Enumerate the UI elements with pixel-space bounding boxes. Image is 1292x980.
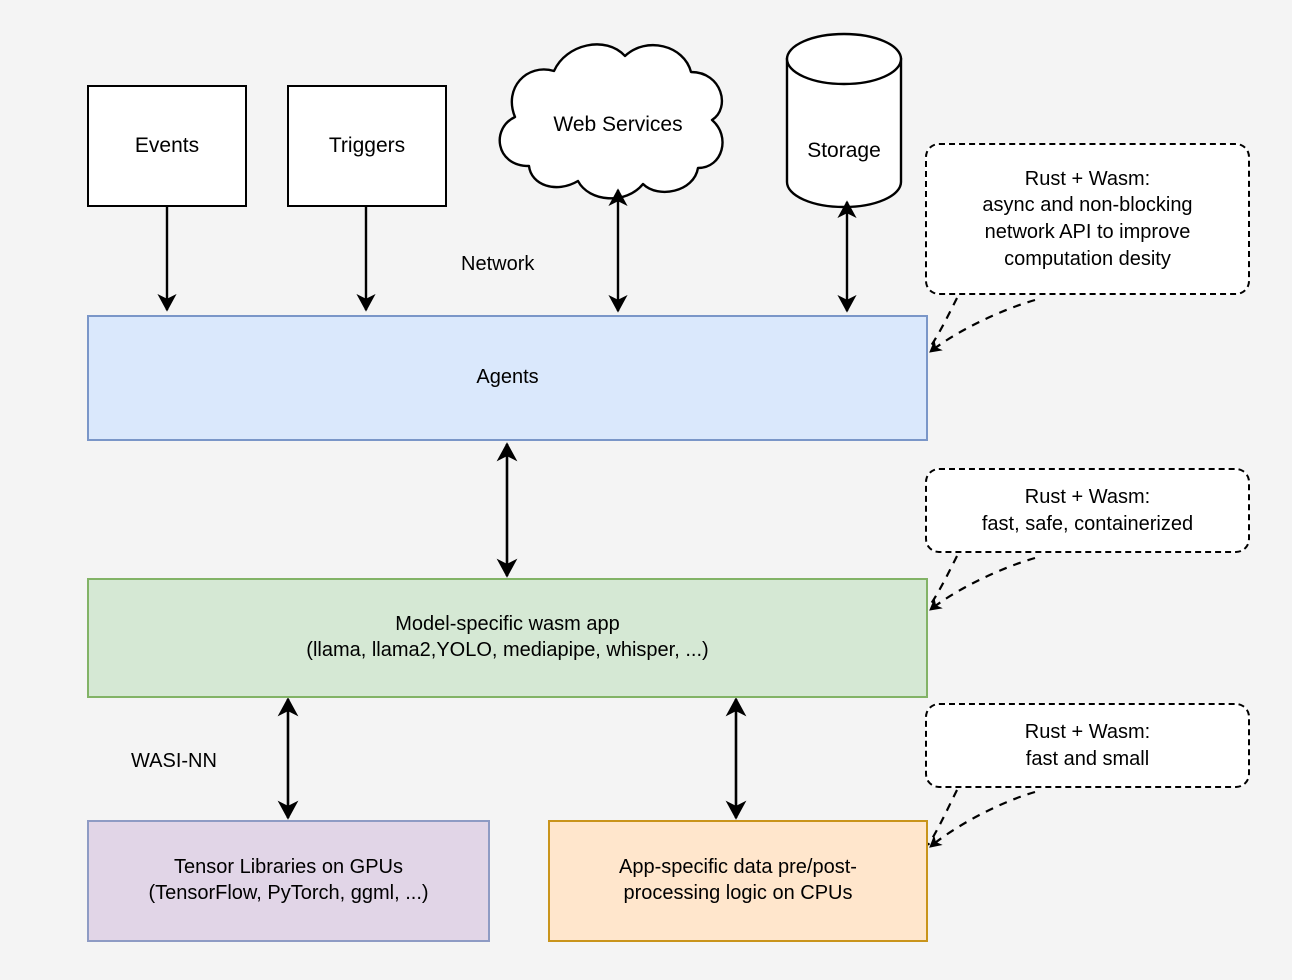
callout-cpu-line-2: fast and small (1025, 747, 1150, 770)
callout-network-tail-2 (929, 298, 1036, 353)
node-wasm-app[interactable]: Model-specific wasm app (llama, llama2,Y… (87, 578, 928, 698)
node-cpu-processing-logic-line2: processing logic on CPUs (623, 882, 853, 904)
node-storage-label[interactable]: Storage (774, 139, 914, 163)
callout-network: Rust + Wasm: async and non-blocking netw… (925, 143, 1250, 295)
node-wasm-app-line2: (llama, llama2,YOLO, mediapipe, whisper,… (306, 639, 709, 661)
callout-network-line-1: Rust + Wasm: (1024, 167, 1151, 190)
node-wasm-app-line1: Model-specific wasm app (395, 613, 620, 636)
callout-network-line-2: async and non-blocking (982, 194, 1193, 217)
callout-wasm-tail (927, 555, 958, 609)
node-triggers-label: Triggers (328, 133, 406, 157)
callout-wasm-line-1: Rust + Wasm: (1024, 485, 1151, 508)
node-events-label: Events (134, 133, 200, 157)
callout-network-line-3: network API to improve (984, 221, 1191, 243)
node-events[interactable]: Events (87, 85, 247, 207)
node-tensor-libraries[interactable]: Tensor Libraries on GPUs (TensorFlow, Py… (87, 820, 490, 942)
callout-cpu: Rust + Wasm: fast and small (925, 703, 1250, 788)
node-web-services-label[interactable]: Web Services (498, 113, 738, 137)
callout-cpu-line-1: Rust + Wasm: (1024, 720, 1151, 743)
callout-cpu-tail-2 (929, 790, 1036, 848)
node-tensor-libraries-line1: Tensor Libraries on GPUs (174, 856, 403, 879)
storage-cylinder-shape (785, 32, 903, 209)
node-agents-label: Agents (476, 366, 539, 389)
callout-cpu-tail (927, 789, 958, 846)
node-cpu-processing-logic[interactable]: App-specific data pre/post- processing l… (548, 820, 928, 942)
node-triggers[interactable]: Triggers (287, 85, 447, 207)
node-cpu-processing-logic-line1: App-specific data pre/post- (619, 856, 857, 879)
callout-network-tail (927, 297, 958, 351)
node-agents[interactable]: Agents (87, 315, 928, 441)
callout-wasm-tail-2 (929, 556, 1036, 611)
edge-label-wasi-nn: WASI-NN (131, 750, 217, 772)
callout-network-line-4: computation desity (1004, 247, 1171, 270)
edge-label-network: Network (461, 253, 535, 275)
diagram-canvas: Events Triggers Web Services Storage Net… (0, 0, 1292, 980)
callout-wasm: Rust + Wasm: fast, safe, containerized (925, 468, 1250, 553)
callout-wasm-line-2: fast, safe, containerized (981, 512, 1194, 535)
node-tensor-libraries-line2: (TensorFlow, PyTorch, ggml, ...) (148, 882, 429, 904)
